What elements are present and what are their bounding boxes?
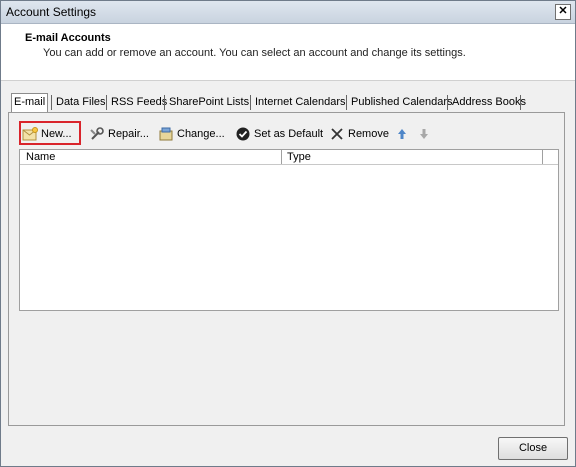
column-name[interactable]: Name [22, 150, 55, 164]
list-header: Name Type [20, 150, 558, 165]
tab-rss-feeds[interactable]: RSS Feeds [109, 94, 169, 111]
tab-separator [250, 95, 251, 110]
set-default-button-label: Set as Default [254, 128, 324, 140]
move-up-button[interactable] [394, 126, 410, 142]
new-button[interactable]: New... [22, 126, 72, 142]
tab-separator [106, 95, 107, 110]
tab-data-files[interactable]: Data Files [54, 94, 108, 111]
new-account-icon [22, 126, 38, 142]
remove-x-icon [329, 126, 345, 142]
accounts-list[interactable]: Name Type [19, 149, 559, 311]
header-title: E-mail Accounts [25, 32, 111, 44]
tab-separator [447, 95, 448, 110]
tab-separator [346, 95, 347, 110]
move-down-button[interactable] [416, 126, 432, 142]
arrow-down-icon [416, 126, 432, 142]
remove-button-label: Remove [348, 128, 389, 140]
tab-internet-calendars[interactable]: Internet Calendars [253, 94, 348, 111]
change-button-label: Change... [177, 128, 225, 140]
tab-separator [164, 95, 165, 110]
header-subtitle: You can add or remove an account. You ca… [43, 47, 466, 59]
column-divider[interactable] [281, 150, 282, 164]
remove-button[interactable]: Remove [329, 126, 389, 142]
title-bar: Account Settings ✕ [1, 1, 575, 24]
repair-button[interactable]: Repair... [89, 126, 149, 142]
arrow-up-icon [394, 126, 410, 142]
repair-button-label: Repair... [108, 128, 149, 140]
tab-published-calendars[interactable]: Published Calendars [349, 94, 455, 111]
tab-email[interactable]: E-mail [11, 93, 49, 113]
close-button-label: Close [518, 442, 548, 454]
close-icon[interactable]: ✕ [555, 4, 571, 20]
tab-separator [520, 95, 521, 110]
tab-address-books[interactable]: Address Books [450, 94, 528, 111]
account-toolbar: New... Repair... Change... Set as Defaul… [17, 121, 557, 145]
checkmark-circle-icon [235, 126, 251, 142]
new-button-label: New... [41, 128, 72, 140]
change-account-icon [158, 126, 174, 142]
tab-sharepoint-lists[interactable]: SharePoint Lists [167, 94, 251, 111]
close-button[interactable]: Close [498, 437, 568, 460]
wrench-icon [89, 126, 105, 142]
email-panel: New... Repair... Change... Set as Defaul… [8, 112, 565, 426]
account-settings-window: Account Settings ✕ E-mail Accounts You c… [0, 0, 576, 467]
set-default-button[interactable]: Set as Default [235, 126, 323, 142]
column-type[interactable]: Type [283, 150, 311, 164]
window-title: Account Settings [6, 5, 97, 19]
header: E-mail Accounts You can add or remove an… [1, 24, 575, 81]
column-divider[interactable] [542, 150, 543, 164]
change-button[interactable]: Change... [158, 126, 225, 142]
tab-separator [51, 95, 52, 110]
